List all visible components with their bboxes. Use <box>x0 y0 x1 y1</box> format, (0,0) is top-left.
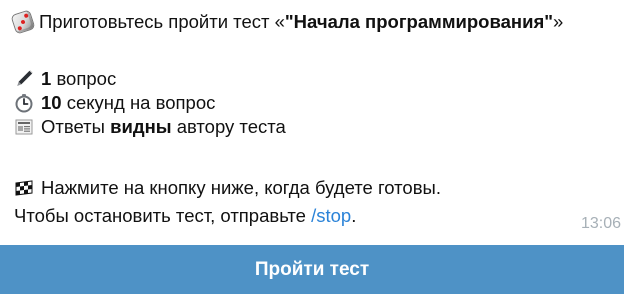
questions-line: 1 вопрос <box>14 67 116 91</box>
start-quiz-button[interactable]: Пройти тест <box>0 245 624 294</box>
dice-icon <box>11 10 35 34</box>
answers-prefix: Ответы <box>41 116 105 137</box>
stopwatch-icon <box>14 93 34 113</box>
answers-line: Ответы видны автору теста <box>14 115 286 139</box>
bot-message: Приготовьтесь пройти тест «"Начала прогр… <box>0 0 624 238</box>
newspaper-icon <box>14 117 34 137</box>
pen-icon <box>14 69 34 89</box>
ready-text: Нажмите на кнопку ниже, когда будете гот… <box>41 177 441 198</box>
checkered-flag-icon <box>14 178 34 198</box>
seconds-label: секунд на вопрос <box>66 92 216 113</box>
answers-suffix: автору теста <box>176 116 286 137</box>
answers-visibility: видны <box>110 116 172 137</box>
stop-command-link[interactable]: /stop <box>311 204 351 228</box>
stop-line: Чтобы остановить тест, отправьте /stop. <box>14 204 356 228</box>
ready-line: Нажмите на кнопку ниже, когда будете гот… <box>14 176 441 200</box>
seconds-count: 10 <box>41 92 62 113</box>
stop-suffix: . <box>351 205 357 226</box>
stop-prefix: Чтобы остановить тест, отправьте <box>14 205 306 226</box>
quiz-title: "Начала программирования" <box>284 11 554 32</box>
message-time: 13:06 <box>580 215 621 232</box>
seconds-line: 10 секунд на вопрос <box>14 91 215 115</box>
questions-count: 1 <box>41 68 52 89</box>
intro-text: Приготовьтесь пройти тест « <box>39 11 285 32</box>
intro-line: Приготовьтесь пройти тест «"Начала прогр… <box>11 10 564 34</box>
intro-suffix: » <box>553 11 564 32</box>
questions-label: вопрос <box>56 68 117 89</box>
